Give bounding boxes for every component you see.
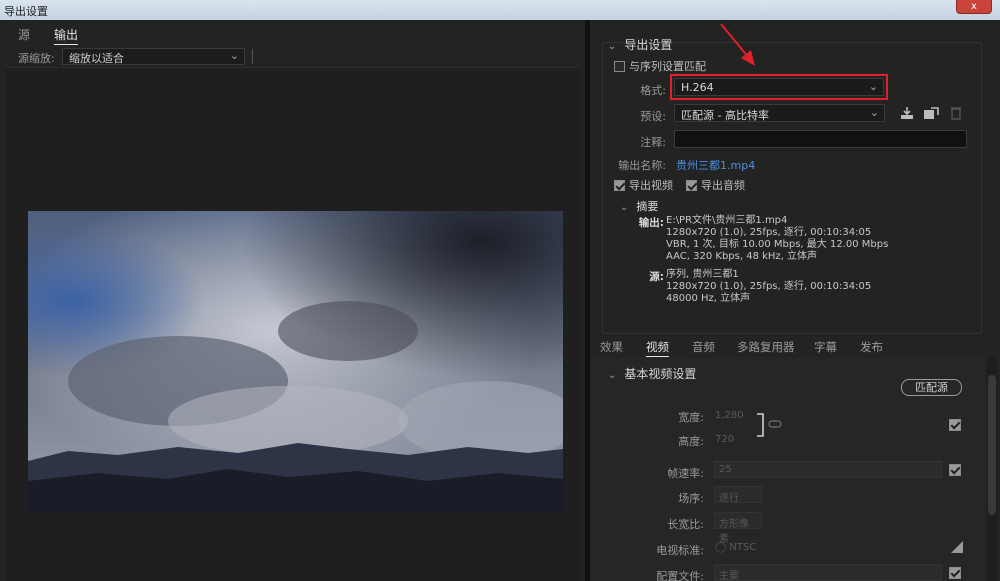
- checkbox-icon: [614, 60, 625, 72]
- format-highlight-box: [670, 74, 888, 100]
- export-video-label: 导出视频: [629, 179, 673, 192]
- tv-standard-value: NTSC: [729, 542, 757, 553]
- output-summary-key: 输出:: [638, 217, 664, 229]
- radio-icon: ◯: [715, 542, 727, 553]
- collapse-caret-icon: ⌄: [608, 41, 617, 52]
- chevron-down-icon: ⌄: [229, 49, 239, 62]
- preset-value: 匹配源 - 高比特率: [681, 109, 769, 122]
- link-dimensions-icon[interactable]: [755, 412, 785, 438]
- match-sequence-label: 与序列设置匹配: [629, 60, 706, 73]
- tab-audio[interactable]: 音频: [692, 339, 715, 355]
- tab-publish[interactable]: 发布: [860, 339, 883, 355]
- match-sequence-checkbox[interactable]: 与序列设置匹配: [614, 58, 706, 74]
- height-value[interactable]: 720: [715, 434, 734, 445]
- profile-label: 配置文件:: [656, 570, 704, 581]
- aspect-select[interactable]: 方形像素: [714, 512, 762, 545]
- export-audio-checkbox[interactable]: 导出音频: [686, 177, 745, 193]
- basic-video-title: 基本视频设置: [624, 367, 697, 381]
- comment-input[interactable]: [674, 130, 967, 148]
- tab-output[interactable]: 输出: [54, 26, 79, 45]
- close-button[interactable]: x: [956, 0, 992, 14]
- zoom-select[interactable]: 缩放以适合 ⌄: [62, 48, 245, 65]
- format-label: 格式:: [640, 84, 666, 97]
- annotation-arrow-icon: [720, 23, 755, 66]
- scrollbar[interactable]: [987, 357, 997, 581]
- zoom-row: 源缩放: 缩放以适合 ⌄: [0, 47, 585, 67]
- resize-corner-icon[interactable]: [951, 541, 963, 553]
- source-summary: 序列, 贵州三都1 1280x720 (1.0), 25fps, 逐行, 00:…: [666, 269, 871, 305]
- summary-line: 1280x720 (1.0), 25fps, 逐行, 00:10:34:05: [666, 281, 872, 292]
- delete-preset-icon[interactable]: [948, 106, 964, 120]
- profile-select[interactable]: 主要: [714, 564, 942, 581]
- collapse-caret-icon: ⌄: [620, 202, 629, 213]
- basic-video-header[interactable]: ⌄ 基本视频设置: [608, 365, 696, 382]
- tv-standard-radio[interactable]: ◯ NTSC: [715, 542, 756, 553]
- summary-line: VBR, 1 次, 目标 10.00 Mbps, 最大 12.00 Mbps: [666, 239, 889, 250]
- field-order-label: 场序:: [678, 492, 704, 505]
- zoom-label: 源缩放:: [18, 52, 55, 65]
- summary-line: 48000 Hz, 立体声: [666, 293, 751, 304]
- title-bar: 导出设置 x: [0, 0, 1000, 20]
- output-name-label: 输出名称:: [618, 159, 666, 172]
- zoom-separator: [252, 49, 253, 64]
- framerate-override-checkbox[interactable]: [949, 464, 961, 476]
- export-video-checkbox[interactable]: 导出视频: [614, 177, 673, 193]
- preset-select[interactable]: 匹配源 - 高比特率 ⌄: [674, 104, 885, 122]
- preview-image: [28, 211, 563, 512]
- chevron-down-icon: ⌄: [869, 106, 879, 119]
- comment-label: 注释:: [640, 136, 666, 149]
- checkbox-checked-icon: [614, 179, 625, 191]
- zoom-value: 缩放以适合: [69, 52, 124, 65]
- framerate-label: 帧速率:: [667, 467, 704, 480]
- summary-line: 序列, 贵州三都1: [666, 269, 739, 280]
- collapse-caret-icon: ⌄: [608, 370, 617, 381]
- summary-line: 1280x720 (1.0), 25fps, 逐行, 00:10:34:05: [666, 227, 872, 238]
- preview-tabs: 源 输出: [0, 20, 585, 45]
- settings-tabs: 效果 视频 音频 多路复用器 字幕 发布: [590, 333, 1000, 357]
- tab-effects[interactable]: 效果: [600, 339, 623, 355]
- import-preset-icon[interactable]: [923, 106, 939, 120]
- match-source-button[interactable]: 匹配源: [901, 379, 962, 396]
- output-summary: E:\PR文件\贵州三都1.mp4 1280x720 (1.0), 25fps,…: [666, 215, 888, 263]
- tab-source[interactable]: 源: [18, 26, 30, 43]
- tab-captions[interactable]: 字幕: [814, 339, 837, 355]
- field-order-select[interactable]: 逐行: [714, 486, 762, 504]
- profile-override-checkbox[interactable]: [949, 567, 961, 579]
- export-settings-title: 导出设置: [624, 38, 673, 52]
- tab-video[interactable]: 视频: [646, 339, 669, 357]
- settings-panel: ⌄ 导出设置 与序列设置匹配 格式: H.264 ⌄ 预设: 匹配源 - 高比特率…: [590, 20, 1000, 581]
- source-summary-key: 源:: [649, 271, 664, 283]
- summary-line: E:\PR文件\贵州三都1.mp4: [666, 215, 788, 226]
- window-title: 导出设置: [4, 5, 48, 18]
- export-settings-header[interactable]: ⌄ 导出设置: [608, 36, 672, 53]
- checkbox-checked-icon: [686, 179, 697, 191]
- summary-title: 摘要: [636, 200, 659, 213]
- scrollbar-thumb[interactable]: [988, 375, 996, 515]
- output-name-link[interactable]: 贵州三都1.mp4: [676, 157, 755, 173]
- tab-multiplexer[interactable]: 多路复用器: [737, 339, 795, 355]
- save-preset-icon[interactable]: [899, 106, 915, 120]
- aspect-label: 长宽比:: [667, 518, 704, 531]
- preset-label: 预设:: [640, 110, 666, 123]
- width-label: 宽度:: [678, 411, 704, 424]
- export-audio-label: 导出音频: [701, 179, 745, 192]
- dimension-override-checkbox[interactable]: [949, 419, 961, 431]
- framerate-select[interactable]: 25: [714, 461, 942, 478]
- height-label: 高度:: [678, 435, 704, 448]
- tv-standard-label: 电视标准:: [656, 544, 704, 557]
- width-value[interactable]: 1,280: [715, 410, 744, 421]
- summary-header[interactable]: ⌄ 摘要: [620, 198, 658, 214]
- summary-line: AAC, 320 Kbps, 48 kHz, 立体声: [666, 251, 818, 262]
